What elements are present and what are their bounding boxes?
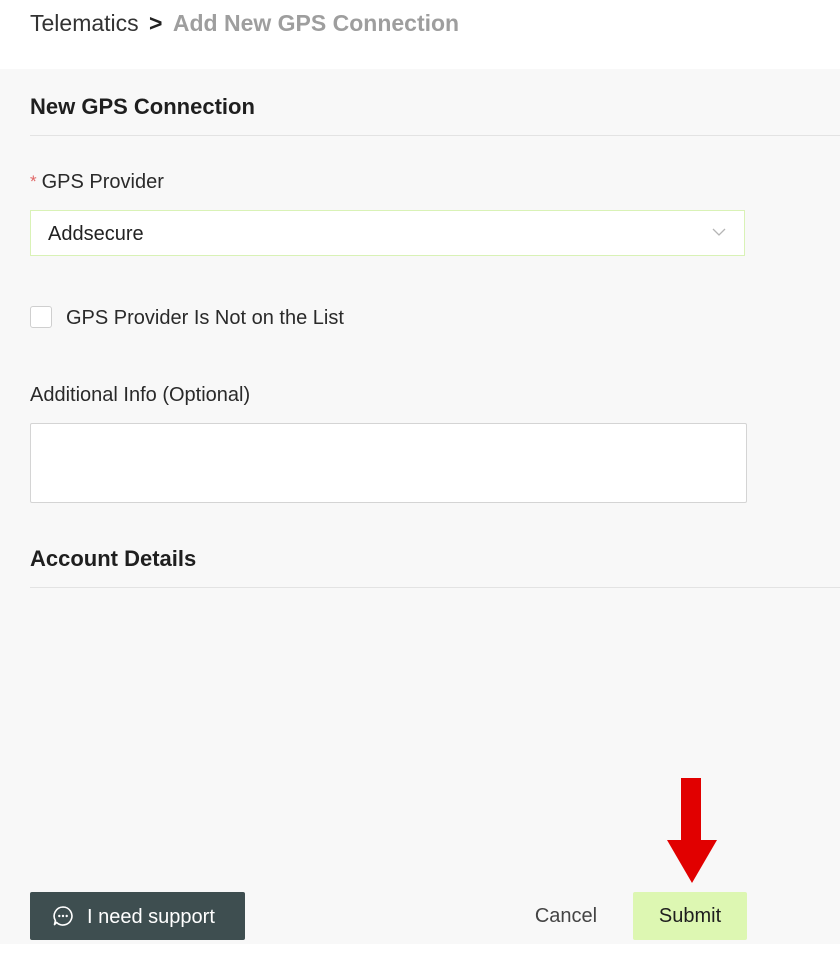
- support-button-label: I need support: [87, 906, 215, 928]
- chevron-down-icon: [712, 228, 726, 236]
- account-details-divider: [30, 587, 840, 588]
- provider-not-on-list-label: GPS Provider Is Not on the List: [66, 307, 344, 329]
- required-marker: *: [30, 172, 37, 191]
- form-title-divider: [30, 135, 840, 136]
- support-button[interactable]: I need support: [30, 892, 245, 940]
- gps-provider-select[interactable]: Addsecure: [30, 210, 745, 256]
- form-title: New GPS Connection: [30, 94, 255, 119]
- cancel-button[interactable]: Cancel: [520, 892, 612, 940]
- breadcrumb-current-page: Add New GPS Connection: [172, 10, 460, 36]
- submit-button[interactable]: Submit: [633, 892, 747, 940]
- gps-provider-selected-value: Addsecure: [48, 223, 144, 245]
- gps-provider-label: * GPS Provider: [30, 169, 164, 196]
- additional-info-label: Additional Info (Optional): [30, 384, 251, 406]
- breadcrumb-telematics-link[interactable]: Telematics: [30, 10, 139, 36]
- provider-not-on-list-checkbox[interactable]: [30, 306, 52, 328]
- breadcrumb: Telematics > Add New GPS Connection: [30, 8, 459, 38]
- chat-bubble-icon: [53, 906, 73, 926]
- account-details-title: Account Details: [30, 546, 197, 571]
- breadcrumb-separator: >: [149, 10, 163, 36]
- gps-provider-label-text: GPS Provider: [41, 171, 164, 193]
- additional-info-textarea[interactable]: [30, 423, 747, 503]
- red-arrow-icon: [667, 778, 717, 883]
